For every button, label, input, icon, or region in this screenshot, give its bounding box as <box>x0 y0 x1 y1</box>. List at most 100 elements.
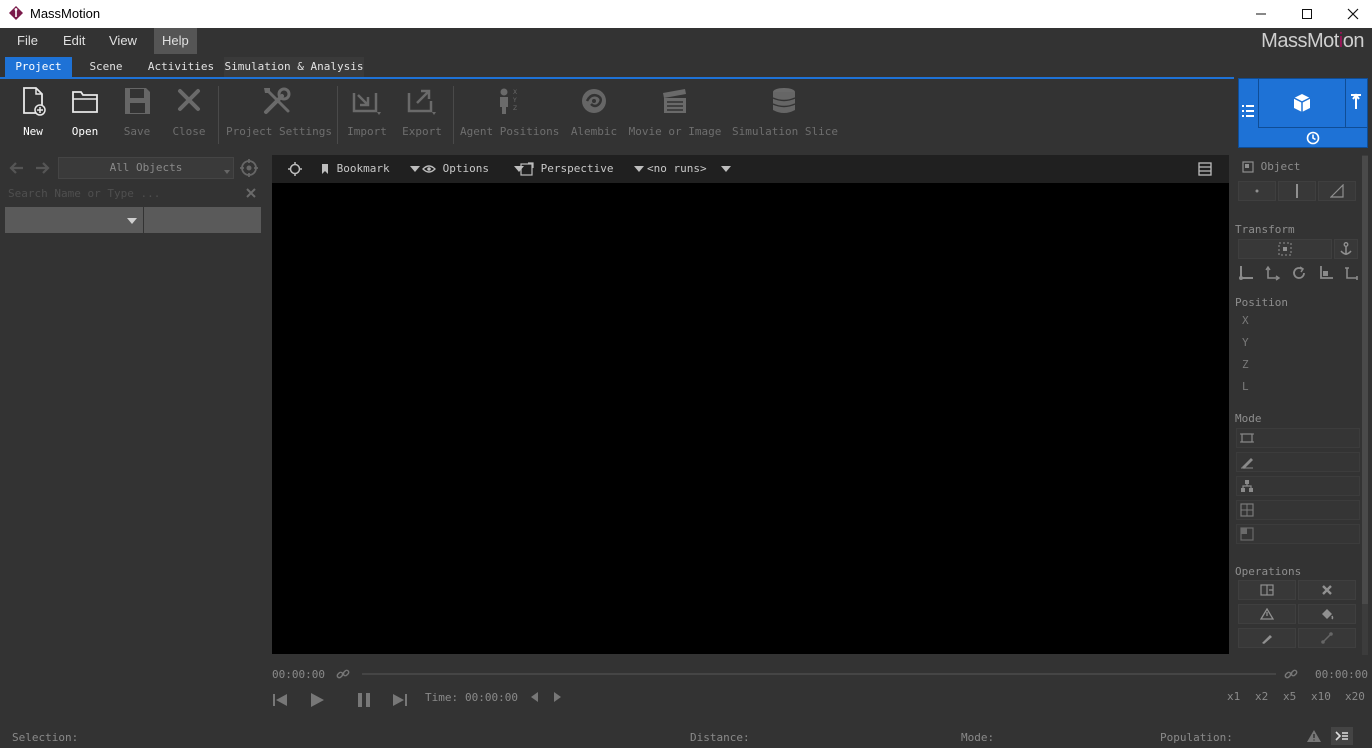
window-title: MassMotion <box>30 6 101 21</box>
3d-view-button[interactable] <box>1258 79 1346 127</box>
column-type-select[interactable] <box>5 207 143 233</box>
options-dropdown[interactable]: Options <box>422 155 524 183</box>
close-window-button[interactable] <box>1330 0 1372 28</box>
save-button[interactable]: Save <box>114 85 160 145</box>
speed-x20[interactable]: x20 <box>1345 690 1365 703</box>
step-forward-button[interactable] <box>553 692 561 705</box>
speed-x5[interactable]: x5 <box>1283 690 1296 703</box>
console-button[interactable] <box>1331 727 1353 745</box>
title-bar: MassMotion <box>0 0 1372 28</box>
movie-or-image-button[interactable]: Movie or Image <box>628 85 722 145</box>
link-start-button[interactable] <box>336 667 350 684</box>
tools-wrench-icon <box>264 87 291 114</box>
object-filter-select[interactable]: All Objects <box>58 157 234 179</box>
rotate-icon[interactable] <box>1291 265 1307 281</box>
step-back-button[interactable] <box>531 692 539 705</box>
export-button[interactable]: Export <box>398 85 446 145</box>
new-button[interactable]: New <box>10 85 56 145</box>
back-button[interactable] <box>9 161 25 178</box>
3d-viewport[interactable] <box>272 183 1229 654</box>
clear-search-button[interactable] <box>246 188 256 201</box>
top-view-button[interactable] <box>1349 93 1367 113</box>
mode-row-1[interactable] <box>1236 428 1360 448</box>
tab-activities[interactable]: Activities <box>144 57 218 77</box>
outliner-toggle-button[interactable] <box>1240 103 1256 123</box>
menu-edit[interactable]: Edit <box>55 28 93 54</box>
open-button[interactable]: Open <box>62 85 108 145</box>
line-tool-button[interactable] <box>1278 181 1316 201</box>
area-tool-button[interactable] <box>1318 181 1356 201</box>
play-button[interactable] <box>309 692 325 711</box>
menu-file[interactable]: File <box>9 28 46 54</box>
svg-text:Z: Z <box>513 105 517 112</box>
move-icon[interactable] <box>1238 265 1254 281</box>
bookmark-dropdown[interactable]: Bookmark <box>320 155 421 183</box>
alembic-button[interactable]: Alembic <box>567 85 621 145</box>
maximize-button[interactable] <box>1284 0 1330 28</box>
op-connect-button[interactable] <box>1298 628 1356 648</box>
menu-view[interactable]: View <box>101 28 145 54</box>
tab-project[interactable]: Project <box>5 57 72 77</box>
mode-row-2[interactable] <box>1236 452 1360 472</box>
timeline-scrubber[interactable] <box>362 673 1276 675</box>
ribbon-separator <box>337 86 338 144</box>
simulation-slice-button[interactable]: Simulation Slice <box>732 85 838 145</box>
forward-button[interactable] <box>34 161 50 178</box>
skip-to-end-button[interactable] <box>392 692 408 711</box>
op-delete-button[interactable] <box>1298 580 1356 600</box>
speed-x10[interactable]: x10 <box>1311 690 1331 703</box>
locate-button[interactable] <box>240 159 258 180</box>
speed-x1[interactable]: x1 <box>1227 690 1240 703</box>
warnings-button[interactable] <box>1306 729 1322 746</box>
perspective-label: Perspective <box>540 162 614 175</box>
snap-icon[interactable] <box>1264 265 1281 281</box>
op-validate-button[interactable] <box>1238 604 1296 624</box>
triangle-area-icon <box>1330 184 1344 198</box>
mode-header: Mode <box>1235 412 1262 425</box>
grid-icon <box>1240 503 1254 517</box>
viewport-layout-button[interactable] <box>1198 155 1212 183</box>
close-x-icon <box>178 89 200 111</box>
mode-row-3[interactable] <box>1236 476 1360 496</box>
runs-dropdown[interactable]: <no runs> <box>647 155 732 183</box>
position-x-label: X <box>1242 314 1249 327</box>
op-add-button[interactable] <box>1238 580 1296 600</box>
pencil-icon <box>1241 458 1253 469</box>
mode-row-5[interactable] <box>1236 524 1360 544</box>
import-button[interactable]: Import <box>343 85 391 145</box>
skip-to-start-button[interactable] <box>272 692 288 711</box>
maximize-icon <box>1302 9 1312 19</box>
current-time-value: 00:00:00 <box>465 691 518 704</box>
link-icon <box>1284 669 1298 679</box>
chevron-down-icon <box>634 166 645 172</box>
timeline-view-button[interactable] <box>1258 127 1368 147</box>
link-end-button[interactable] <box>1284 667 1298 684</box>
properties-scrollbar[interactable] <box>1362 155 1368 655</box>
speed-x2[interactable]: x2 <box>1255 690 1268 703</box>
op-edit-button[interactable] <box>1238 628 1296 648</box>
close-project-button[interactable]: Close <box>166 85 212 145</box>
tab-scene[interactable]: Scene <box>76 57 136 77</box>
anchor-button[interactable] <box>1334 239 1358 259</box>
arrow-right-icon <box>36 162 50 174</box>
menu-help[interactable]: Help <box>154 28 197 54</box>
scale-icon[interactable] <box>1344 265 1360 281</box>
center-pivot-button[interactable] <box>1238 239 1332 259</box>
triangle-right-icon <box>554 692 561 702</box>
op-paint-button[interactable] <box>1298 604 1356 624</box>
minimize-button[interactable] <box>1238 0 1284 28</box>
agent-positions-button[interactable]: X Y Z Agent Positions <box>460 85 559 145</box>
save-disk-icon <box>125 88 150 114</box>
column-name-header[interactable] <box>144 207 261 233</box>
align-icon[interactable] <box>1318 265 1334 281</box>
scrollbar-thumb[interactable] <box>1362 156 1368 604</box>
mode-row-4[interactable] <box>1236 500 1360 520</box>
tab-simulation-analysis[interactable]: Simulation & Analysis <box>224 57 364 77</box>
operations-header: Operations <box>1235 565 1302 578</box>
pause-button[interactable] <box>356 692 372 711</box>
point-tool-button[interactable] <box>1238 181 1276 201</box>
search-input[interactable]: Search Name or Type ... <box>8 187 238 200</box>
perspective-dropdown[interactable]: Perspective <box>520 155 645 183</box>
camera-target-button[interactable] <box>288 155 302 183</box>
project-settings-button[interactable]: Project Settings <box>226 85 332 145</box>
